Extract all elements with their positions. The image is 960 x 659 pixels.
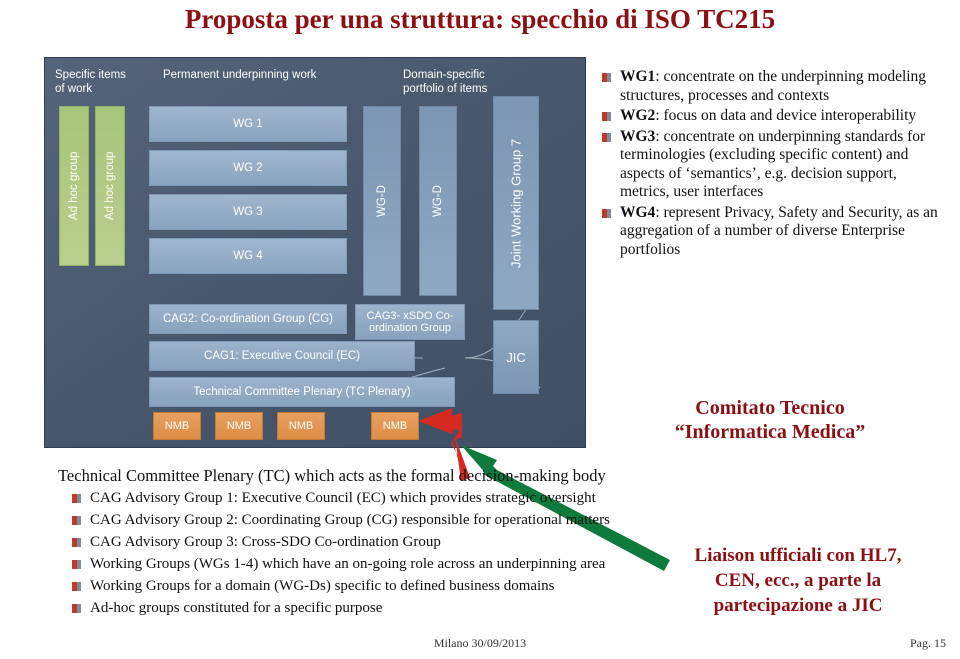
nmb-label-4: NMB xyxy=(382,420,408,432)
wg-label-3: WG 3 xyxy=(233,206,263,218)
comitato-tecnico-callout: Comitato Tecnico “Informatica Medica” xyxy=(600,396,940,444)
nmb-label-1: NMB xyxy=(164,420,190,432)
org-structure-diagram: Specific items of work Permanent underpi… xyxy=(44,57,586,448)
adhoc-group-box-1: Ad hoc group xyxy=(59,106,89,266)
tc-plenary-box: Technical Committee Plenary (TC Plenary) xyxy=(149,377,455,407)
liaison-line-2: CEN, ecc., a parte la xyxy=(714,570,882,591)
wg-description-item-3: WG3: concentrate on underpinning standar… xyxy=(600,128,940,202)
wgd-box-2: WG-D xyxy=(419,106,457,296)
wg-description-item-1-text: : concentrate on the underpinning modeli… xyxy=(620,68,927,104)
wgd-label-1: WG-D xyxy=(376,185,388,217)
jic-label: JIC xyxy=(506,349,526,365)
adhoc-group-label-2: Ad hoc group xyxy=(104,151,116,221)
wg-description-item-2-text: : focus on data and device interoperabil… xyxy=(655,107,917,124)
nmb-label-3: NMB xyxy=(288,420,314,432)
bullet-square-icon xyxy=(72,538,81,547)
wg-box-2: WG 2 xyxy=(149,150,347,186)
page-title: Proposta per una struttura: specchio di … xyxy=(184,4,776,34)
structure-summary-item-3-text: CAG Advisory Group 3: Cross-SDO Co-ordin… xyxy=(90,534,441,550)
wg-description-item-4: WG4: represent Privacy, Safety and Secur… xyxy=(600,204,940,260)
structure-summary-item-5-text: Working Groups for a domain (WG-Ds) spec… xyxy=(90,578,555,594)
bullet-square-icon xyxy=(602,73,611,82)
structure-summary-item-4: Working Groups (WGs 1-4) which have an o… xyxy=(52,555,712,575)
wg-description-list: WG1: concentrate on the underpinning mod… xyxy=(600,68,940,261)
structure-summary-lead: Technical Committee Plenary (TC) which a… xyxy=(58,466,606,485)
bullet-square-icon xyxy=(602,208,611,218)
joint-working-group-box: Joint Working Group 7 xyxy=(493,96,539,310)
wg-box-4: WG 4 xyxy=(149,238,347,274)
structure-summary-item-2-text: CAG Advisory Group 2: Coordinating Group… xyxy=(90,512,610,528)
nmb-box-3: NMB xyxy=(277,412,325,440)
tc-plenary-label: Technical Committee Plenary (TC Plenary) xyxy=(193,386,411,398)
wg-description-item-3-term: WG3 xyxy=(620,127,656,145)
structure-summary-item-2: CAG Advisory Group 2: Coordinating Group… xyxy=(52,511,712,531)
structure-summary-item-5: Working Groups for a domain (WG-Ds) spec… xyxy=(52,577,712,597)
bullet-square-icon xyxy=(72,604,81,613)
bullet-square-icon xyxy=(72,560,81,569)
bullet-square-icon xyxy=(72,582,81,591)
wg-label-4: WG 4 xyxy=(233,250,263,262)
cag3-box: CAG3- xSDO Co-ordination Group xyxy=(355,304,465,340)
cag2-box: CAG2: Co-ordination Group (CG) xyxy=(149,304,347,334)
wg-label-1: WG 1 xyxy=(233,118,263,130)
wg-box-3: WG 3 xyxy=(149,194,347,230)
structure-summary-item-6: Ad-hoc groups constituted for a specific… xyxy=(52,599,712,619)
wg-description-item-2: WG2: focus on data and device interopera… xyxy=(600,107,940,126)
footer-page-number: Pag. 15 xyxy=(910,636,946,650)
cag1-box: CAG1: Executive Council (EC) xyxy=(149,341,415,371)
bullet-square-icon xyxy=(72,516,81,525)
adhoc-group-label-1: Ad hoc group xyxy=(68,151,80,221)
wg-label-2: WG 2 xyxy=(233,162,263,174)
column-heading-specific-items: Specific items of work xyxy=(55,69,126,95)
liaison-line-1: Liaison ufficiali con HL7, xyxy=(694,545,902,566)
liaison-callout: Liaison ufficiali con HL7, CEN, ecc., a … xyxy=(648,543,948,618)
structure-summary-item-1-text: CAG Advisory Group 1: Executive Council … xyxy=(90,490,596,506)
column-heading-permanent-underpinning: Permanent underpinning work xyxy=(163,69,317,81)
wgd-label-2: WG-D xyxy=(432,185,444,217)
footer-date: Milano 30/09/2013 xyxy=(433,636,527,650)
wg-description-item-4-term: WG4 xyxy=(620,203,656,221)
wg-description-item-1: WG1: concentrate on the underpinning mod… xyxy=(600,68,940,105)
wg-description-item-4-text: : represent Privacy, Safety and Security… xyxy=(620,203,938,258)
wg-description-item-2-term: WG2 xyxy=(620,107,656,124)
column-heading-domain-specific: Domain-specific portfolio of items xyxy=(403,69,488,95)
cag3-label: CAG3- xSDO Co-ordination Group xyxy=(366,310,454,334)
structure-summary-item-6-text: Ad-hoc groups constituted for a specific… xyxy=(90,600,383,616)
jic-box: JIC xyxy=(493,320,539,394)
structure-summary-list: Technical Committee Plenary (TC) which a… xyxy=(52,466,712,621)
nmb-label-2: NMB xyxy=(226,420,252,432)
nmb-box-2: NMB xyxy=(215,412,263,440)
structure-summary-item-1: CAG Advisory Group 1: Executive Council … xyxy=(52,489,712,509)
wgd-box-1: WG-D xyxy=(363,106,401,296)
cag1-label: CAG1: Executive Council (EC) xyxy=(204,350,360,362)
wg-description-item-1-term: WG1 xyxy=(620,68,656,85)
wg-box-1: WG 1 xyxy=(149,106,347,142)
structure-summary-item-4-text: Working Groups (WGs 1-4) which have an o… xyxy=(90,556,606,572)
nmb-box-1: NMB xyxy=(153,412,201,440)
bullet-square-icon xyxy=(602,132,611,142)
nmb-box-4: NMB xyxy=(371,412,419,440)
structure-summary-item-3: CAG Advisory Group 3: Cross-SDO Co-ordin… xyxy=(52,533,712,553)
wg-description-item-3-text: : concentrate on underpinning standards … xyxy=(620,127,926,201)
cag2-label: CAG2: Co-ordination Group (CG) xyxy=(162,313,333,325)
bullet-square-icon xyxy=(72,494,81,503)
comitato-tecnico-line-2: “Informatica Medica” xyxy=(674,421,866,443)
adhoc-group-box-2: Ad hoc group xyxy=(95,106,125,266)
bullet-square-icon xyxy=(602,112,611,121)
liaison-line-3: partecipazione a JIC xyxy=(713,595,883,616)
comitato-tecnico-line-1: Comitato Tecnico xyxy=(695,397,845,419)
joint-working-group-label: Joint Working Group 7 xyxy=(508,138,524,268)
